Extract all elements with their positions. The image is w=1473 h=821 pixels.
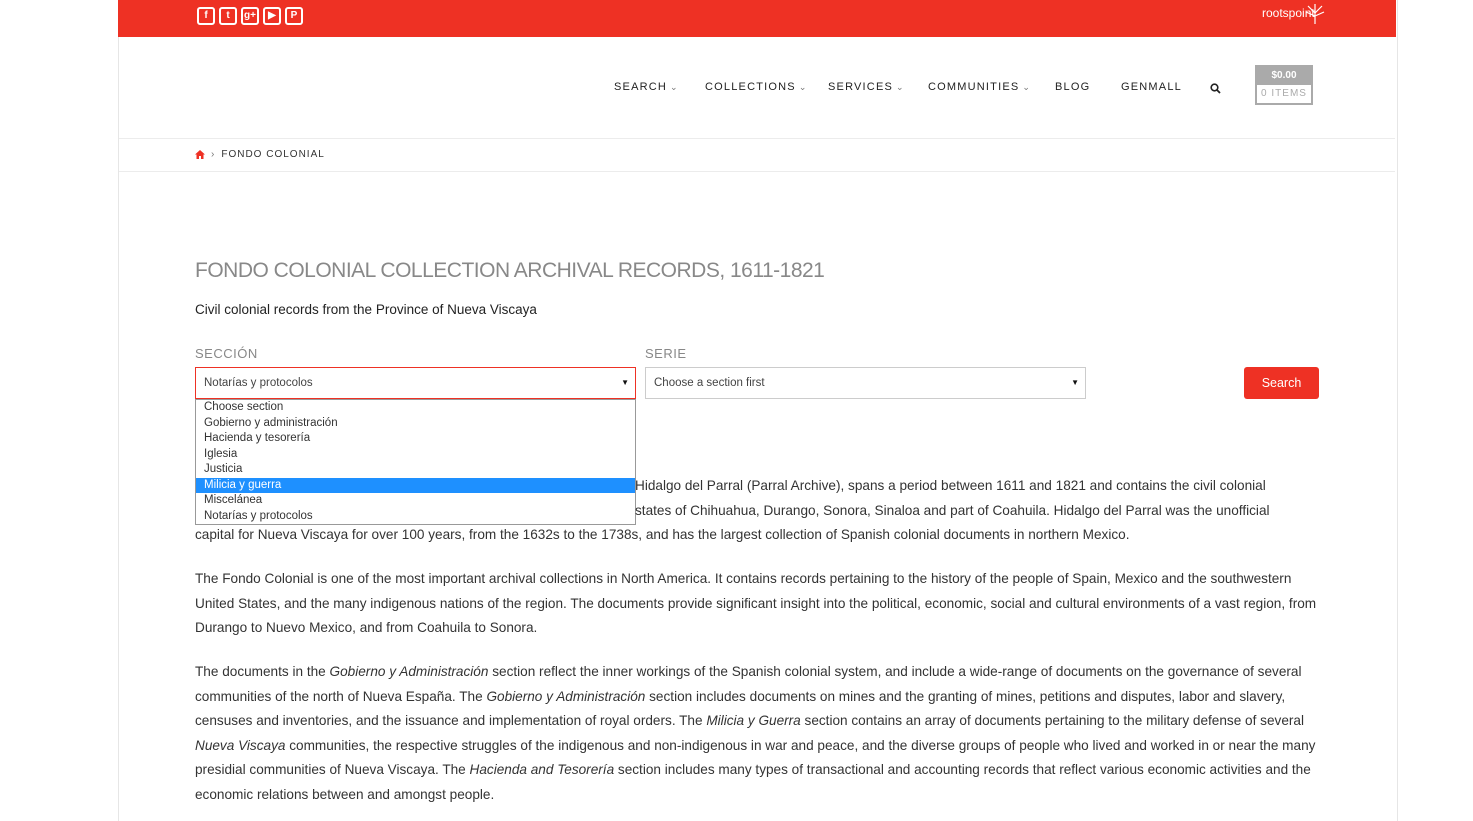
p3-italic: Hacienda and Tesorería [469, 762, 615, 778]
chevron-down-icon: ⌄ [1022, 82, 1032, 92]
header-divider [119, 138, 1395, 139]
tree-icon [1305, 4, 1324, 24]
facebook-icon[interactable]: f [197, 7, 215, 25]
chevron-down-icon: ⌄ [670, 82, 679, 92]
dropdown-option[interactable]: Hacienda y tesorería [196, 431, 635, 447]
dropdown-arrow-icon: ▼ [1071, 378, 1079, 387]
fondo-colonial-paragraph: The Fondo Colonial is one of the most im… [195, 571, 1317, 636]
cart-items: 0 ITEMS [1261, 88, 1307, 99]
intro-line-1: Hidalgo del Parral (Parral Archive), spa… [635, 478, 1266, 493]
intro-line-3: capital for Nueva Viscaya for over 100 y… [195, 527, 1130, 543]
p3-text: section contains an array of documents p… [800, 713, 1304, 729]
nav-blog-label: BLOG [1055, 81, 1091, 93]
p3-italic: Gobierno y Administración [486, 688, 646, 704]
p3-italic: Gobierno y Administración [329, 664, 489, 679]
serie-select-value: Choose a section first [654, 377, 765, 389]
breadcrumb-current: FONDO COLONIAL [221, 149, 325, 160]
documents-paragraph: The documents in the Gobierno y Administ… [195, 660, 1320, 808]
breadcrumb: › FONDO COLONIAL [195, 149, 325, 160]
nav-collections[interactable]: COLLECTIONS ⌄ [705, 81, 808, 93]
google-plus-icon[interactable]: g+ [241, 7, 259, 25]
chevron-down-icon: ⌄ [896, 82, 905, 92]
search-icon[interactable] [1210, 83, 1221, 94]
brand-logo[interactable]: rootspoint [1262, 4, 1324, 24]
p3-italic: Milicia y Guerra [706, 713, 801, 729]
nav-blog[interactable]: BLOG [1055, 81, 1090, 93]
twitter-icon[interactable]: t [219, 7, 237, 25]
intro-paragraph: Hidalgo del Parral (Parral Archive), spa… [195, 474, 1320, 548]
cart-amount: $0.00 [1257, 67, 1311, 85]
nav-services-label: SERVICES [828, 81, 894, 93]
nav-communities[interactable]: COMMUNITIES ⌄ [928, 81, 1031, 93]
nav-genmall[interactable]: GENMALL [1121, 81, 1182, 93]
chevron-down-icon: ⌄ [798, 82, 808, 92]
seccion-label: SECCIÓN [195, 346, 258, 361]
dropdown-option[interactable]: Iglesia [196, 447, 635, 463]
home-icon[interactable] [195, 150, 205, 159]
p3-text: The documents in the [195, 664, 330, 679]
seccion-select[interactable]: Notarías y protocolos ▼ [195, 367, 636, 399]
nav-communities-label: COMMUNITIES [928, 81, 1020, 93]
nav-search[interactable]: SEARCH ⌄ [614, 81, 679, 93]
dropdown-option[interactable]: Choose section [196, 400, 635, 416]
dropdown-option[interactable]: Gobierno y administración [196, 416, 635, 432]
p3-italic: Nueva Viscaya [195, 737, 286, 753]
top-bar [118, 0, 1396, 37]
breadcrumb-separator: › [211, 149, 216, 160]
nav-services[interactable]: SERVICES ⌄ [828, 81, 905, 93]
seccion-select-value: Notarías y protocolos [204, 377, 313, 389]
dropdown-arrow-icon: ▼ [621, 378, 629, 387]
nav-search-label: SEARCH [614, 81, 668, 93]
pinterest-icon[interactable]: P [285, 7, 303, 25]
social-icons: f t g+ ▶ P [197, 7, 303, 25]
serie-select[interactable]: Choose a section first ▼ [645, 367, 1086, 399]
breadcrumb-divider [119, 171, 1395, 172]
cart-widget[interactable]: $0.00 0 ITEMS [1255, 65, 1313, 105]
page-title: FONDO COLONIAL COLLECTION ARCHIVAL RECOR… [195, 259, 825, 282]
serie-label: SERIE [645, 346, 687, 361]
search-button[interactable]: Search [1244, 367, 1319, 399]
page-subtitle: Civil colonial records from the Province… [195, 302, 537, 317]
youtube-icon[interactable]: ▶ [263, 7, 281, 25]
intro-line-2: states of Chihuahua, Durango, Sonora, Si… [635, 502, 1270, 518]
nav-genmall-label: GENMALL [1121, 81, 1182, 93]
nav-collections-label: COLLECTIONS [705, 81, 796, 93]
